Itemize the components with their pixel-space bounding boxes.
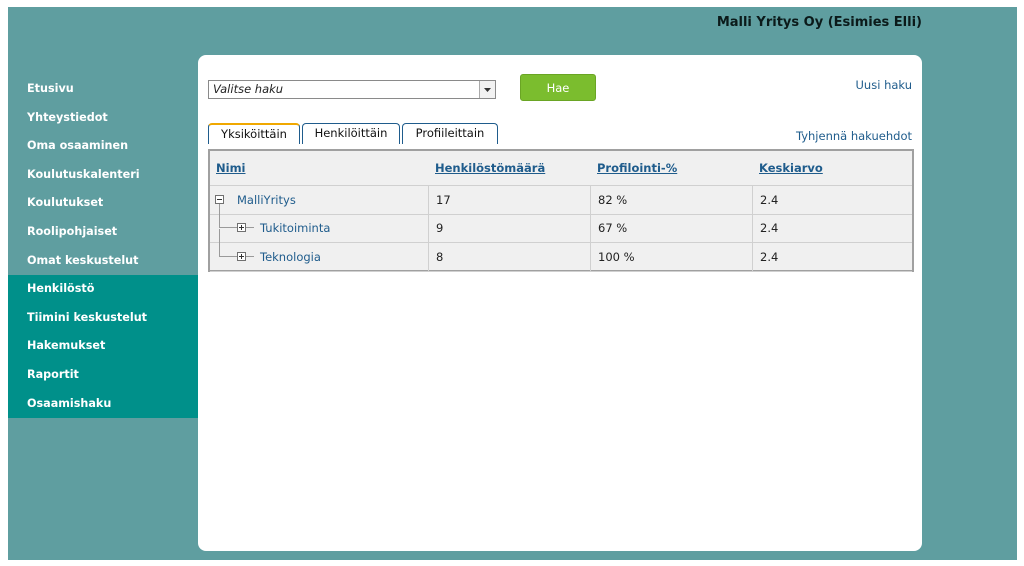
- row-name-link[interactable]: Tukitoiminta: [260, 214, 330, 242]
- tree-connector: [246, 227, 254, 228]
- user-info: Malli Yritys Oy (Esimies Elli): [716, 15, 922, 30]
- table-row: MalliYritys 17 82 % 2.4: [210, 185, 912, 215]
- collapse-icon[interactable]: [215, 195, 224, 204]
- sidebar-item-henkilosto[interactable]: Henkilöstö: [8, 275, 198, 304]
- new-search-link[interactable]: Uusi haku: [856, 78, 912, 92]
- row-average: 2.4: [752, 243, 912, 271]
- expand-icon[interactable]: [237, 252, 246, 261]
- sidebar-item-yhteystiedot[interactable]: Yhteystiedot: [8, 104, 198, 133]
- row-count: 17: [428, 186, 590, 214]
- clear-criteria-link[interactable]: Tyhjennä hakuehdot: [796, 129, 912, 143]
- sidebar-item-etusivu[interactable]: Etusivu: [8, 75, 198, 104]
- sidebar-item-koulutukset[interactable]: Koulutukset: [8, 189, 198, 218]
- table-row: Teknologia 8 100 % 2.4: [210, 229, 912, 272]
- column-header-keskiarvo[interactable]: Keskiarvo: [759, 161, 823, 175]
- sidebar-item-raportit[interactable]: Raportit: [8, 360, 198, 390]
- sidebar-nav: Etusivu Yhteystiedot Oma osaaminen Koulu…: [8, 75, 198, 419]
- tree-connector: [219, 227, 237, 228]
- sidebar-item-omat-keskustelut[interactable]: Omat keskustelut: [8, 247, 198, 276]
- row-name-link[interactable]: MalliYritys: [237, 186, 296, 214]
- row-count: 8: [428, 243, 590, 271]
- column-header-henkilostomaara[interactable]: Henkilöstömäärä: [435, 161, 545, 175]
- tab-profiileittain[interactable]: Profiileittain: [402, 123, 498, 144]
- search-select-value: Valitse haku: [213, 82, 284, 96]
- row-average: 2.4: [752, 214, 912, 242]
- row-average: 2.4: [752, 186, 912, 214]
- column-header-profilointi[interactable]: Profilointi-%: [597, 161, 677, 175]
- sidebar-item-oma-osaaminen[interactable]: Oma osaaminen: [8, 132, 198, 161]
- row-count: 9: [428, 214, 590, 242]
- row-percent: 82 %: [590, 186, 752, 214]
- expand-icon[interactable]: [237, 223, 246, 232]
- tree-connector: [219, 256, 237, 257]
- app-frame: Malli Yritys Oy (Esimies Elli) Etusivu Y…: [8, 7, 1017, 560]
- tab-yksikoittain[interactable]: Yksiköittäin: [208, 123, 300, 144]
- row-name-link[interactable]: Teknologia: [260, 243, 321, 271]
- results-grid: Nimi Henkilöstömäärä Profilointi-% Keski…: [208, 149, 914, 272]
- column-header-nimi[interactable]: Nimi: [216, 161, 246, 175]
- row-percent: 100 %: [590, 243, 752, 271]
- tree-connector: [246, 256, 254, 257]
- main-content: Valitse haku Hae Uusi haku Tyhjennä haku…: [198, 55, 922, 551]
- sidebar-item-tiimini-keskustelut[interactable]: Tiimini keskustelut: [8, 303, 198, 333]
- search-select[interactable]: Valitse haku: [208, 80, 496, 99]
- row-percent: 67 %: [590, 214, 752, 242]
- search-button[interactable]: Hae: [520, 74, 596, 101]
- sidebar-item-hakemukset[interactable]: Hakemukset: [8, 332, 198, 361]
- tree-connector: [219, 204, 220, 228]
- tree-connector: [219, 229, 220, 257]
- sidebar-item-osaamishaku[interactable]: Osaamishaku: [8, 389, 198, 419]
- chevron-down-icon[interactable]: [479, 81, 495, 98]
- sidebar-item-roolipohjaiset[interactable]: Roolipohjaiset: [8, 218, 198, 247]
- table-row: Tukitoiminta 9 67 % 2.4: [210, 204, 912, 243]
- sidebar-item-koulutuskalenteri[interactable]: Koulutuskalenteri: [8, 161, 198, 190]
- tab-henkiloittain[interactable]: Henkilöittäin: [302, 123, 400, 144]
